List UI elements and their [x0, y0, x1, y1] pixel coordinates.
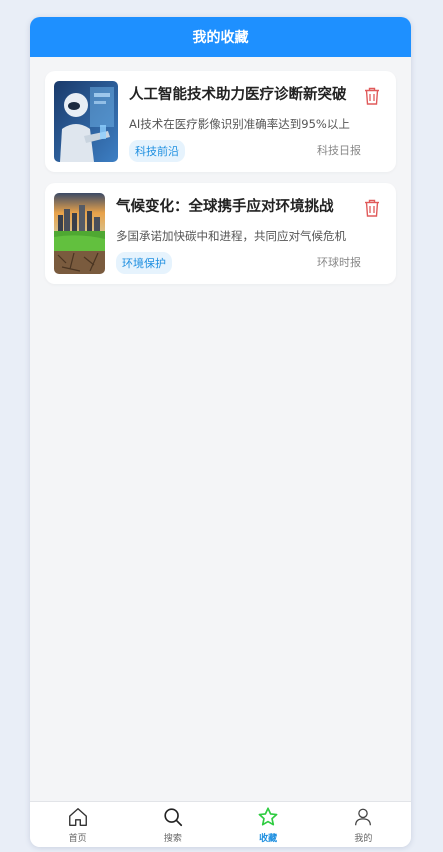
article-source: 科技日报: [317, 144, 361, 157]
article-title[interactable]: 气候变化：全球携手应对环境挑战: [116, 195, 387, 216]
tab-label: 我的: [354, 834, 373, 844]
tab-label: 收藏: [259, 834, 278, 844]
favorites-list: 人工智能技术助力医疗诊断新突破 AI技术在医疗影像识别准确率达到95%以上 科技…: [30, 57, 411, 284]
trash-icon[interactable]: [364, 87, 380, 105]
category-tag: 科技前沿: [129, 140, 185, 162]
article-source: 环球时报: [317, 256, 361, 269]
tab-label: 首页: [68, 834, 87, 844]
climate-city-image: [54, 193, 105, 274]
tab-label: 搜索: [163, 834, 182, 844]
favorite-card[interactable]: 气候变化：全球携手应对环境挑战 多国承诺加快碳中和进程，共同应对气候危机 环境保…: [45, 183, 396, 284]
app-screen: 我的 收藏 人工智能技术助力医疗诊断新突破 AI技术在医疗影像识别准确率达到95%…: [30, 17, 411, 847]
card-body: 气候变化：全球携手应对环境挑战 多国承诺加快碳中和进程，共同应对气候危机 环境保…: [116, 193, 387, 274]
page-title: 我的收藏: [192, 30, 249, 46]
trash-icon[interactable]: [364, 199, 380, 217]
article-title[interactable]: 人工智能技术助力医疗诊断新突破: [129, 83, 387, 104]
home-icon: [68, 808, 87, 826]
robot-doctor-image: [54, 81, 118, 162]
card-body: 人工智能技术助力医疗诊断新突破 AI技术在医疗影像识别准确率达到95%以上 科技…: [129, 81, 387, 162]
page-header: 我的收藏: [30, 17, 411, 57]
article-summary: AI技术在医疗影像识别准确率达到95%以上: [129, 117, 350, 131]
tab-favorites[interactable]: 收藏: [221, 802, 316, 847]
tab-search[interactable]: 搜索: [125, 802, 220, 847]
star-icon: [258, 807, 278, 826]
category-tag: 环境保护: [116, 252, 172, 274]
user-icon: [355, 808, 372, 826]
tab-profile[interactable]: 我的: [316, 802, 411, 847]
favorite-card[interactable]: 人工智能技术助力医疗诊断新突破 AI技术在医疗影像识别准确率达到95%以上 科技…: [45, 71, 396, 172]
search-icon: [164, 808, 182, 827]
article-summary: 多国承诺加快碳中和进程，共同应对气候危机: [116, 229, 346, 243]
tab-home[interactable]: 首页: [30, 802, 125, 847]
bottom-tab-bar: 首页 搜索 收藏 我的: [30, 801, 411, 847]
